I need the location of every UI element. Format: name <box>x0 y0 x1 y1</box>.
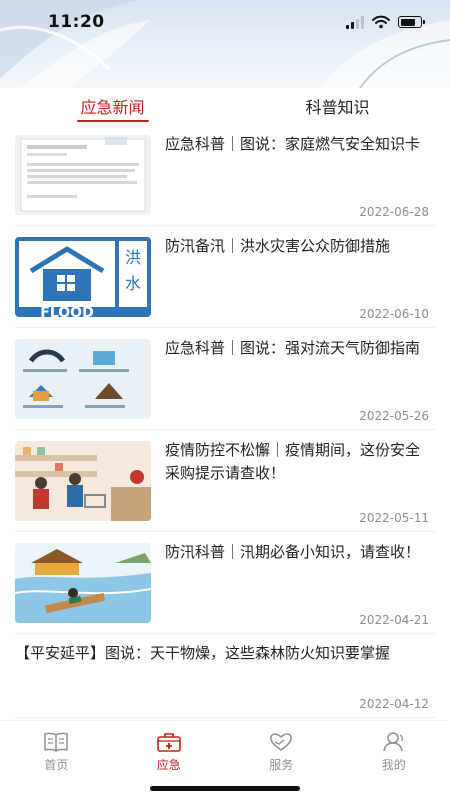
thumbnail-caption: 洪 <box>125 248 141 267</box>
news-thumbnail <box>15 135 151 215</box>
news-title: 防汛备汛｜洪水灾害公众防御措施 <box>165 235 429 258</box>
nav-home[interactable]: 首页 <box>0 721 113 801</box>
wifi-icon <box>372 15 390 29</box>
news-thumbnail <box>15 441 151 521</box>
news-item[interactable]: 应急科普｜图说：强对流天气防御指南 2022-05-26 <box>15 328 435 430</box>
thumbnail-caption: 水 <box>125 274 141 293</box>
news-item[interactable]: 洪 水 FLOOD 防汛备汛｜洪水灾害公众防御措施 2022-06-10 <box>15 226 435 328</box>
user-icon <box>381 731 407 753</box>
news-date: 2022-04-12 <box>359 697 429 711</box>
category-tabs: 应急新闻 科普知识 <box>0 88 450 124</box>
nav-label: 服务 <box>269 756 293 773</box>
news-title: 应急科普｜图说：强对流天气防御指南 <box>165 337 429 360</box>
nav-label: 首页 <box>44 756 68 773</box>
tab-emergency-news[interactable]: 应急新闻 <box>0 88 225 124</box>
news-title: 疫情防控不松懈｜疫情期间，这份安全采购提示请查收！ <box>165 439 429 485</box>
news-date: 2022-05-26 <box>359 409 429 423</box>
news-title: 防汛科普｜汛期必备小知识，请查收！ <box>165 541 429 564</box>
status-icons <box>346 15 422 29</box>
news-date: 2022-06-28 <box>359 205 429 219</box>
status-bar: 11:20 <box>0 0 450 44</box>
nav-profile[interactable]: 我的 <box>338 721 450 801</box>
heart-hands-icon <box>268 731 294 753</box>
news-item[interactable]: 疫情防控不松懈｜疫情期间，这份安全采购提示请查收！ 2022-05-11 <box>15 430 435 532</box>
news-date: 2022-06-10 <box>359 307 429 321</box>
first-aid-kit-icon <box>156 731 182 753</box>
news-item[interactable]: 应急科普｜图说：家庭燃气安全知识卡 2022-06-28 <box>15 124 435 226</box>
news-thumbnail <box>15 339 151 419</box>
news-title: 应急科普｜图说：家庭燃气安全知识卡 <box>165 133 429 156</box>
home-indicator <box>150 786 300 791</box>
news-date: 2022-04-21 <box>359 613 429 627</box>
news-list: 应急科普｜图说：家庭燃气安全知识卡 2022-06-28 洪 水 FLOOD 防… <box>0 124 450 720</box>
news-thumbnail <box>15 543 151 623</box>
news-date: 2022-05-11 <box>359 511 429 525</box>
cellular-signal-icon <box>346 15 364 29</box>
news-item[interactable]: 防汛科普｜汛期必备小知识，请查收！ 2022-04-21 <box>15 532 435 634</box>
battery-icon <box>398 16 422 28</box>
status-time: 11:20 <box>48 12 105 32</box>
nav-label: 我的 <box>382 756 406 773</box>
news-title: 【平安延平】图说：天干物燥，这些森林防火知识要掌握 <box>15 642 429 665</box>
tab-science-knowledge[interactable]: 科普知识 <box>225 88 450 124</box>
thumbnail-caption: FLOOD <box>40 305 93 317</box>
book-icon <box>43 731 69 753</box>
nav-label: 应急 <box>157 756 181 773</box>
news-item[interactable]: 【平安延平】图说：天干物燥，这些森林防火知识要掌握 2022-04-12 <box>15 634 435 718</box>
news-thumbnail: 洪 水 FLOOD <box>15 237 151 317</box>
